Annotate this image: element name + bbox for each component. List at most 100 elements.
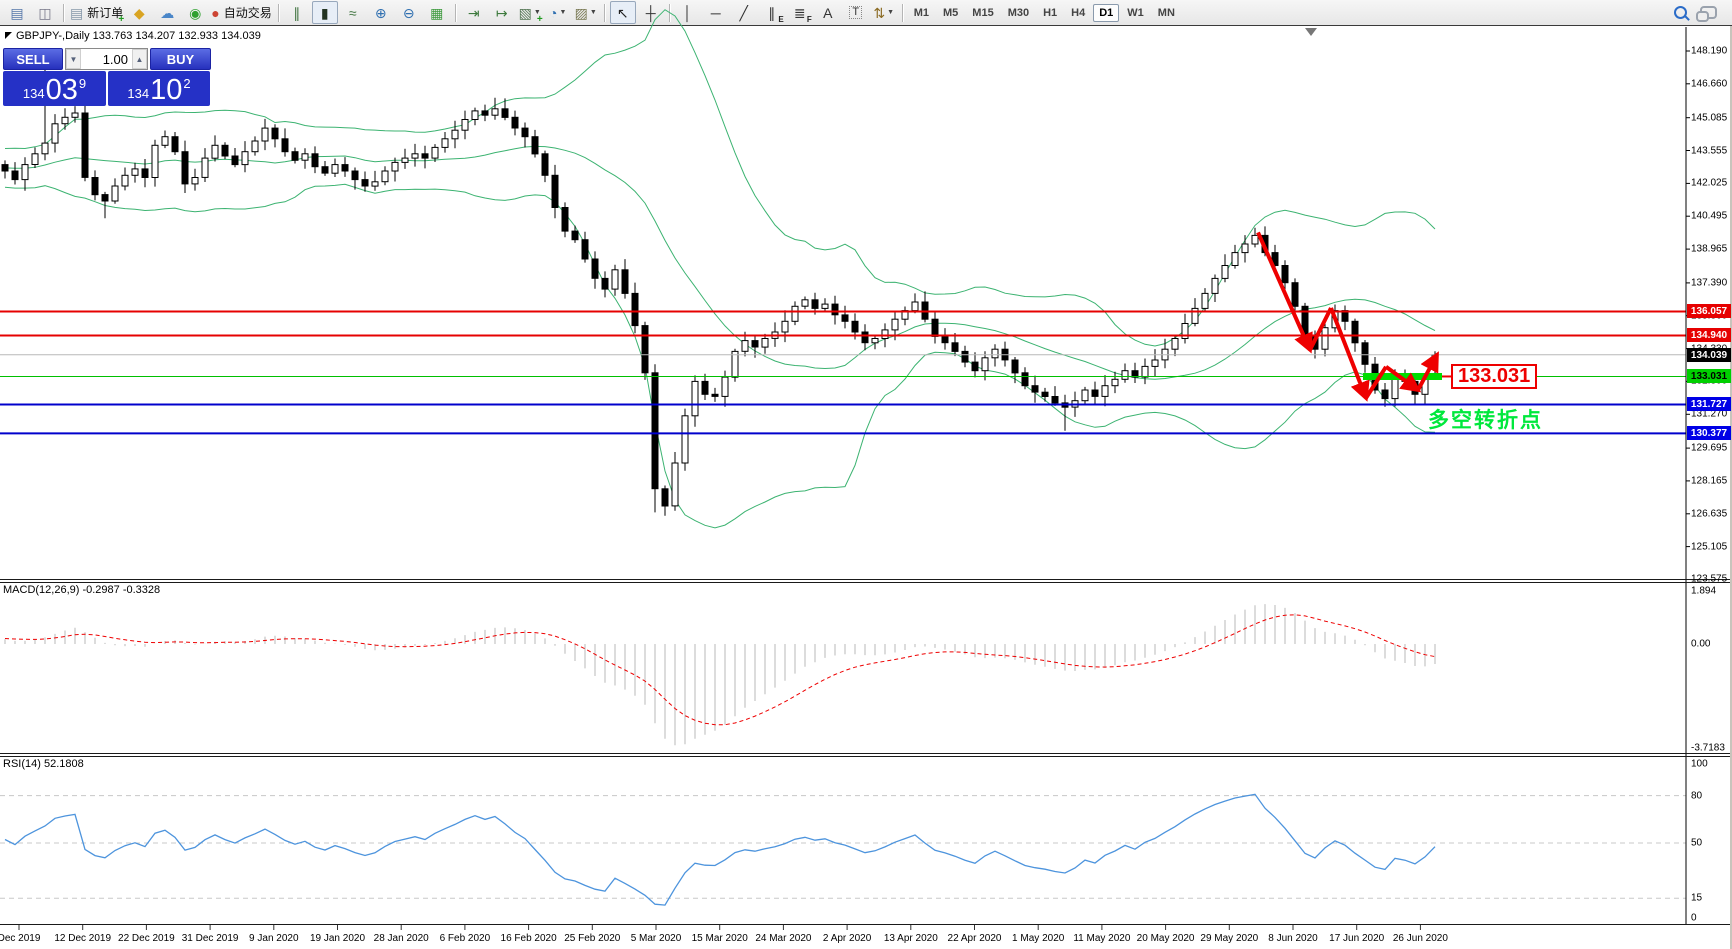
- candle-body: [531, 136, 539, 155]
- candle-body: [81, 112, 89, 178]
- candle-body: [441, 138, 449, 148]
- buy-price-prefix: 134: [127, 86, 150, 101]
- volume-decrease-button[interactable]: ▼: [66, 49, 81, 69]
- candle-body: [1281, 265, 1289, 284]
- candle-body: [961, 350, 969, 363]
- buy-price-pip: 2: [183, 76, 191, 91]
- volume-input[interactable]: 1.00: [81, 49, 132, 69]
- rsi-line: [4, 793, 1436, 906]
- candle-body: [1031, 385, 1039, 393]
- volume-increase-button[interactable]: ▲: [132, 49, 147, 69]
- chart-canvas[interactable]: [0, 0, 1732, 949]
- chart-shift-marker[interactable]: [1305, 28, 1317, 36]
- date-tick-label: 12 Dec 2019: [54, 933, 112, 944]
- date-tick-label: 29 May 2020: [1200, 933, 1259, 944]
- pane-separator[interactable]: [0, 579, 1732, 580]
- date-tick-label: 2 Apr 2020: [822, 933, 872, 944]
- macd-signal-line: [4, 614, 1436, 726]
- candle-body: [21, 164, 29, 181]
- candle-body: [871, 338, 879, 344]
- date-tick-label: 25 Feb 2020: [564, 933, 621, 944]
- candle-body: [431, 146, 439, 159]
- candle-body: [61, 116, 69, 125]
- date-tick-label: 26 Jun 2020: [1392, 933, 1448, 944]
- price-tick-label: 138.965: [1691, 243, 1728, 255]
- candle-body: [151, 144, 159, 179]
- price-tick-label: 50: [1691, 837, 1703, 849]
- pane-separator[interactable]: [0, 582, 1732, 583]
- price-annotation-box[interactable]: 133.031: [1451, 364, 1538, 389]
- candle-body: [421, 153, 429, 159]
- candle-body: [101, 194, 109, 202]
- price-tick-label: 146.660: [1691, 78, 1728, 90]
- candle-body: [1111, 378, 1119, 387]
- pane-separator[interactable]: [0, 756, 1732, 757]
- candle-body: [41, 142, 49, 155]
- sell-price-prefix: 134: [22, 86, 45, 101]
- candle-body: [361, 179, 369, 187]
- candle-body: [271, 127, 279, 140]
- date-tick-label: 24 Mar 2020: [755, 933, 812, 944]
- candle-body: [931, 318, 939, 337]
- candle-body: [141, 168, 149, 178]
- candle-body: [461, 119, 469, 131]
- candle-body: [691, 380, 699, 417]
- candle-body: [91, 177, 99, 196]
- turning-point-text[interactable]: 多空转折点: [1428, 404, 1543, 434]
- candle-body: [221, 144, 229, 157]
- candle-body: [11, 170, 19, 181]
- price-level-label: 134.039: [1687, 348, 1731, 362]
- candle-body: [791, 305, 799, 322]
- trend-zigzag-arrow[interactable]: [1256, 231, 1313, 354]
- one-click-trading-panel: SELL ▼ 1.00 ▲ BUY 134 03 9 134 10 2: [3, 48, 211, 106]
- candle-body: [341, 164, 349, 172]
- candle-body: [131, 168, 139, 176]
- buy-price-display[interactable]: 134 10 2: [108, 71, 210, 106]
- candle-body: [541, 153, 549, 176]
- candle-body: [631, 292, 639, 327]
- candle-body: [1251, 234, 1259, 245]
- rsi-label: RSI(14) 52.1808: [3, 758, 84, 770]
- candle-body: [1351, 320, 1359, 344]
- price-tick-label: 137.390: [1691, 277, 1728, 289]
- chart-title: GBPJPY-,Daily 133.763 134.207 132.933 13…: [16, 30, 261, 42]
- candle-body: [831, 303, 839, 316]
- candle-body: [1101, 385, 1109, 397]
- price-level-label: 133.031: [1687, 369, 1731, 383]
- candle-body: [1011, 359, 1019, 374]
- price-level-label: 134.940: [1687, 328, 1731, 342]
- date-tick-label: 6 Feb 2020: [439, 933, 491, 944]
- candle-body: [1021, 372, 1029, 387]
- candle-body: [561, 207, 569, 232]
- candle-body: [641, 325, 649, 374]
- candle-body: [701, 380, 709, 395]
- mt4-window: ▤ ◫ ▤ + 新订单 ◆ ☁ ◉ ● 自动交易 ∥ ▮ ≈ ⊕ ⊖ ▦ ⇥ ↦ ▧ + ▼ ◔ ▼ ▨ ▼ ↖ ┼ │ ─ ╱ ∥ E ≣ F A…: [0, 0, 1732, 949]
- candle-body: [1201, 292, 1209, 309]
- buy-button[interactable]: BUY: [150, 48, 211, 70]
- candle-body: [881, 329, 889, 339]
- candle-body: [451, 129, 459, 140]
- candle-body: [711, 393, 719, 397]
- sell-price-display[interactable]: 134 03 9: [3, 71, 106, 106]
- candle-body: [371, 181, 379, 187]
- pane-separator[interactable]: [0, 753, 1732, 754]
- candle-body: [391, 161, 399, 172]
- date-tick-label: 19 Jan 2020: [309, 933, 366, 944]
- candle-body: [551, 174, 559, 209]
- candle-body: [311, 153, 319, 168]
- date-tick-label: 11 May 2020: [1073, 933, 1131, 944]
- price-tick-label: 140.495: [1691, 210, 1728, 222]
- price-tick-label: 0: [1691, 912, 1697, 924]
- candle-body: [891, 318, 899, 331]
- candle-body: [991, 348, 999, 359]
- price-tick-label: 1.894: [1691, 585, 1717, 597]
- price-level-label: 131.727: [1687, 397, 1731, 411]
- sell-button[interactable]: SELL: [3, 48, 63, 70]
- sell-price-big: 03: [45, 74, 78, 106]
- candle-body: [761, 338, 769, 348]
- candle-body: [171, 136, 179, 153]
- candle-body: [1291, 282, 1299, 307]
- candle-body: [381, 170, 389, 183]
- candle-body: [71, 112, 79, 118]
- price-tick-label: 15: [1691, 892, 1703, 904]
